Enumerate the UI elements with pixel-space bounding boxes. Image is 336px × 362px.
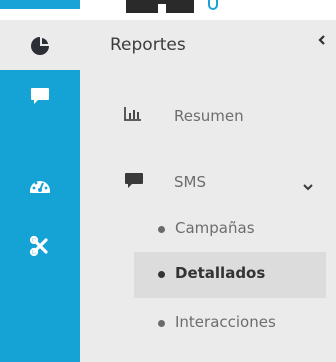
icon-rail xyxy=(0,70,80,362)
bar-chart-icon xyxy=(124,106,142,126)
chat-bubble-icon xyxy=(31,88,49,104)
submenu-item-label: Detallados xyxy=(175,264,266,282)
bullet-icon xyxy=(158,320,165,327)
submenu-item-interacciones[interactable]: Interacciones xyxy=(80,301,336,345)
bullet-icon xyxy=(158,271,165,278)
menu-item-label: Resumen xyxy=(174,107,244,125)
submenu-item-label: Campañas xyxy=(175,219,255,237)
rail-item-tools[interactable] xyxy=(0,220,80,272)
tools-icon xyxy=(29,235,48,257)
rail-item-messages[interactable] xyxy=(0,70,80,122)
sidebar-header: Reportes xyxy=(0,20,336,70)
dashboard-gauge-icon xyxy=(30,181,50,193)
top-bar-remnant xyxy=(0,0,336,20)
rail-item-dashboard[interactable] xyxy=(0,160,80,212)
pie-chart-icon xyxy=(29,35,51,57)
chat-bubble-icon xyxy=(124,172,144,194)
top-bar-blue-remnant xyxy=(0,0,80,9)
menu-item-resumen[interactable]: Resumen xyxy=(80,96,336,136)
submenu-item-campanas[interactable]: Campañas xyxy=(80,207,336,251)
collapse-sidebar-button[interactable] xyxy=(314,31,330,51)
top-icon-remnant xyxy=(208,0,218,10)
menu-item-sms[interactable]: SMS xyxy=(80,162,336,202)
chevron-left-icon xyxy=(318,34,325,45)
submenu-panel: Resumen SMS Campañas Detallados Interacc… xyxy=(80,70,336,362)
submenu-item-label: Interacciones xyxy=(175,313,276,331)
section-title: Reportes xyxy=(110,35,186,55)
logo-remnant xyxy=(126,0,194,13)
menu-item-label: SMS xyxy=(174,173,206,191)
submenu-item-detallados[interactable]: Detallados xyxy=(80,252,336,298)
bullet-icon xyxy=(158,226,165,233)
chevron-down-icon[interactable] xyxy=(302,177,314,196)
